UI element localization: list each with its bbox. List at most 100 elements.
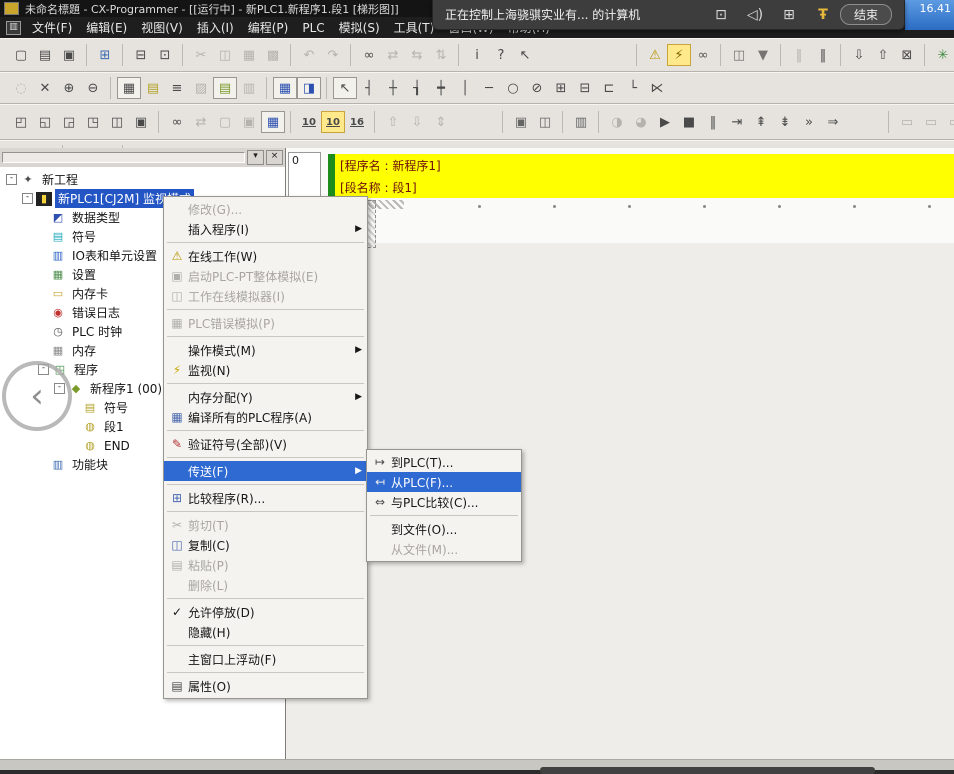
monitor-decimal-icon[interactable]: 10 [297,111,321,133]
tree-panel-close-icon[interactable]: × [266,150,283,165]
context-menu-item-12[interactable]: 内存分配(Y)▶ [164,387,367,407]
transfer-from-plc-toolbar-icon[interactable]: ▼ [751,44,775,66]
new-project-icon[interactable]: ▢ [9,44,33,66]
toggle-project-window-icon[interactable]: ◰ [9,111,33,133]
context-menu-item-5[interactable]: ◫工作在线模拟器(I) [164,286,367,306]
new-instruction-icon[interactable]: ⊞ [549,77,573,99]
pause-with-trigger-icon[interactable]: ⇄ [189,111,213,133]
context-menu-item-13[interactable]: ▦编译所有的PLC程序(A) [164,407,367,427]
new-coil-icon[interactable]: ○ [501,77,525,99]
save-project-icon[interactable]: ▣ [57,44,81,66]
help-icon[interactable]: ? [489,44,513,66]
program-name-row[interactable]: [程序名 : 新程序1] [328,154,954,176]
cut-icon[interactable]: ✂ [189,44,213,66]
paste-icon[interactable]: ▦ [237,44,261,66]
context-menu-item-19[interactable]: ⊞比较程序(R)... [164,488,367,508]
delete-line-icon[interactable]: ⋉ [645,77,669,99]
copy-icon[interactable]: ◫ [213,44,237,66]
context-menu-item-4[interactable]: ▣启动PLC-PT整体模拟(E) [164,266,367,286]
about-icon[interactable]: i [465,44,489,66]
line-connect-icon[interactable]: └ [621,77,645,99]
new-closed-coil-icon[interactable]: ⊘ [525,77,549,99]
transfer-submenu-item-1[interactable]: ↤从PLC(F)... [367,472,521,492]
transfer-submenu-item-4[interactable]: 到文件(O)... [367,519,521,539]
select-mode-icon[interactable]: ↖ [333,77,357,99]
context-menu-item-3[interactable]: ⚠在线工作(W) [164,246,367,266]
force-off-icon[interactable]: ⇩ [405,111,429,133]
work-online-icon[interactable]: ⚠ [643,44,667,66]
compare-programs-icon[interactable]: ⊞ [93,44,117,66]
step-run-icon[interactable]: ⇥ [725,111,749,133]
force-on-icon[interactable]: ⇧ [381,111,405,133]
grid-toggle-icon[interactable]: ▦ [117,77,141,99]
io-bit-monitor-icon[interactable]: ▭ [895,111,919,133]
tree-expander-icon[interactable]: - [22,193,33,204]
new-or-closed-contact-icon[interactable]: ┿ [429,77,453,99]
program-download-icon[interactable]: ⇩ [847,44,871,66]
redo-icon[interactable]: ↷ [321,44,345,66]
differential-monitor-icon[interactable]: ∞ [691,44,715,66]
step-out-icon[interactable]: ⇟ [773,111,797,133]
mdi-child-icon[interactable]: ▥ [6,21,21,35]
context-menu-item-10[interactable]: ⚡监视(N) [164,360,367,380]
context-menu-item-24[interactable]: 删除(L) [164,575,367,595]
menubar-item-5[interactable]: PLC [295,19,331,37]
context-menu-item-17[interactable]: 传送(F)▶ [164,461,367,481]
word-monitor-icon[interactable]: ▭ [919,111,943,133]
new-fb-parameter-icon[interactable]: ⊏ [597,77,621,99]
zoom-out-icon[interactable]: ⊖ [81,77,105,99]
zoom-100-icon[interactable]: ✕ [33,77,57,99]
context-menu-item-0[interactable]: 修改(G)... [164,199,367,219]
data-trace-icon[interactable]: ▣ [237,111,261,133]
menubar-item-6[interactable]: 模拟(S) [332,17,387,38]
new-fb-invocation-icon[interactable]: ⊟ [573,77,597,99]
menubar-item-3[interactable]: 插入(I) [190,17,241,38]
toggle-watch-window-icon[interactable]: ◲ [57,111,81,133]
retrace-icon[interactable]: ⇅ [429,44,453,66]
toggle-properties-window-icon[interactable]: ▣ [129,111,153,133]
zoom-in-icon[interactable]: ⊕ [57,77,81,99]
io-comment-view-icon[interactable]: ▤ [141,77,165,99]
pause-monitor-icon[interactable]: ‖ [787,44,811,66]
tree-panel-dropdown-icon[interactable]: ▾ [247,150,264,165]
pause-icon[interactable]: ‖ [811,44,835,66]
new-contact-icon[interactable]: ┤ [357,77,381,99]
program-upload-icon[interactable]: ⇧ [871,44,895,66]
context-menu-item-26[interactable]: ✓允许停放(D) [164,602,367,622]
monitor-mode-icon[interactable]: ⚡ [667,44,691,66]
page-view-icon[interactable]: ▢ [213,111,237,133]
menubar-item-0[interactable]: 文件(F) [25,17,79,38]
print-preview-icon[interactable]: ⊡ [153,44,177,66]
speaker-icon[interactable]: ◁) [738,7,772,23]
online-edit-icon[interactable]: ✳ [931,44,954,66]
fullscreen-icon[interactable]: ⊡ [704,7,738,23]
cross-reference-icon[interactable]: ▨ [189,77,213,99]
menubar-item-1[interactable]: 编辑(E) [79,17,134,38]
force-cancel-icon[interactable]: ⇕ [429,111,453,133]
monitor-in-window-icon[interactable]: ∞ [165,111,189,133]
horizontal-line-icon[interactable]: ─ [477,77,501,99]
new-or-contact-icon[interactable]: ┧ [405,77,429,99]
transfer-submenu-item-5[interactable]: 从文件(M)... [367,539,521,559]
tree-item-0[interactable]: -✦新工程 [4,170,285,189]
clock-instruction-icon[interactable]: ◨ [297,77,321,99]
toggle-address-reference-window-icon[interactable]: ◫ [105,111,129,133]
transfer-submenu-item-0[interactable]: ↦到PLC(T)... [367,452,521,472]
back-overlay-button[interactable]: ‹ [2,361,72,431]
window-toolbox-icon[interactable]: ⊞ [772,7,806,23]
print-icon[interactable]: ⊟ [129,44,153,66]
time-chart-monitor-icon[interactable]: ▦ [261,111,285,133]
step-into-icon[interactable]: ⇞ [749,111,773,133]
toggle-cross-reference-window-icon[interactable]: ◳ [81,111,105,133]
symbol-table-icon[interactable]: ▤ [213,77,237,99]
context-menu-item-7[interactable]: ▦PLC错误模拟(P) [164,313,367,333]
stop-simulation-icon[interactable]: ■ [677,111,701,133]
transfer-submenu-item-2[interactable]: ⇔与PLC比较(C)... [367,492,521,512]
tree-panel-grip[interactable] [2,152,245,163]
context-help-icon[interactable]: ↖ [513,44,537,66]
context-menu-item-22[interactable]: ◫复制(C) [164,535,367,555]
run-simulation-icon[interactable]: ◑ [605,111,629,133]
find-icon[interactable]: ∞ [357,44,381,66]
open-project-icon[interactable]: ▤ [33,44,57,66]
undo-icon[interactable]: ↶ [297,44,321,66]
